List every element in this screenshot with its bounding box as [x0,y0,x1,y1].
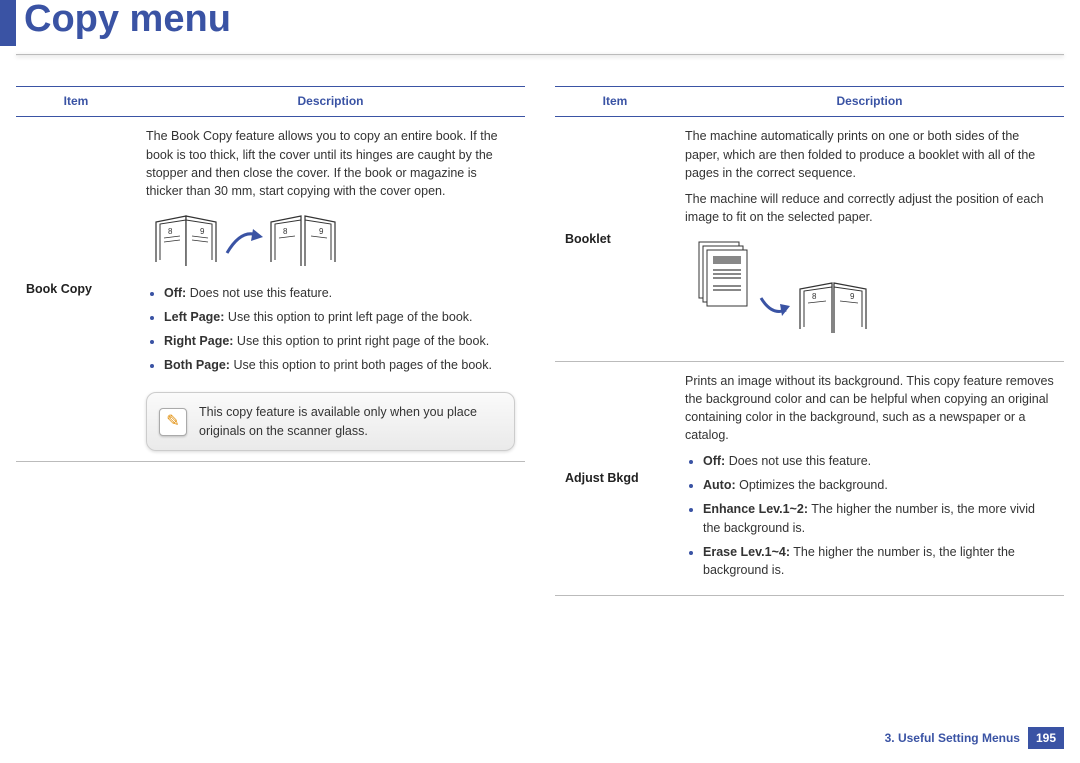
adjust-options: Off: Does not use this feature. Auto: Op… [685,452,1054,579]
opt-label: Off: [703,454,725,468]
svg-text:8: 8 [168,227,173,236]
footer-section: 3. Useful Setting Menus [885,731,1020,745]
list-item: Enhance Lev.1~2: The higher the number i… [703,500,1054,536]
content: Item Description Book Copy The Book Copy… [0,56,1080,596]
booklet-open-icon: 8 9 [796,277,870,337]
right-column: Item Description Booklet The machine aut… [555,86,1064,596]
svg-text:8: 8 [283,227,288,236]
booklet-p2: The machine will reduce and correctly ad… [685,190,1054,226]
desc-booklet: The machine automatically prints on one … [675,117,1064,361]
list-item: Off: Does not use this feature. [164,284,515,302]
left-column: Item Description Book Copy The Book Copy… [16,86,525,596]
table-row: Booklet The machine automatically prints… [555,117,1064,361]
item-adjust-bkgd: Adjust Bkgd [555,361,675,595]
opt-text: Use this option to print both pages of t… [230,358,492,372]
opt-label: Both Page: [164,358,230,372]
page-number: 195 [1028,727,1064,749]
col-desc-header: Description [675,87,1064,117]
adjust-intro: Prints an image without its background. … [685,372,1054,445]
booklet-p1: The machine automatically prints on one … [685,127,1054,181]
opt-text: Use this option to print left page of th… [224,310,472,324]
note-text: This copy feature is available only when… [199,403,502,439]
left-table: Item Description Book Copy The Book Copy… [16,86,525,462]
col-item-header: Item [16,87,136,117]
opt-text: Optimizes the background. [736,478,888,492]
opt-label: Enhance Lev.1~2: [703,502,808,516]
book-copy-intro: The Book Copy feature allows you to copy… [146,127,515,200]
table-row: Adjust Bkgd Prints an image without its … [555,361,1064,595]
opt-label: Auto: [703,478,736,492]
note-box: ✎ This copy feature is available only wh… [146,392,515,450]
table-header-row: Item Description [16,87,525,117]
opt-text: Use this option to print right page of t… [233,334,489,348]
table-row: Book Copy The Book Copy feature allows y… [16,117,525,461]
item-booklet: Booklet [555,117,675,361]
opt-label: Off: [164,286,186,300]
svg-text:9: 9 [850,292,855,301]
desc-adjust-bkgd: Prints an image without its background. … [675,361,1064,595]
arrow-right-icon [223,221,265,261]
col-desc-header: Description [136,87,525,117]
svg-text:8: 8 [812,292,817,301]
pencil-note-icon: ✎ [159,408,187,436]
book-single-icon: 8 9 [152,212,220,270]
booklet-illustration: 8 9 [691,238,1054,337]
list-item: Both Page: Use this option to print both… [164,356,515,374]
right-table: Item Description Booklet The machine aut… [555,86,1064,596]
list-item: Right Page: Use this option to print rig… [164,332,515,350]
page-stack-icon [691,238,755,310]
header-accent [0,0,16,46]
list-item: Auto: Optimizes the background. [703,476,1054,494]
opt-label: Left Page: [164,310,224,324]
opt-text: Does not use this feature. [725,454,871,468]
book-double-icon: 8 9 [269,212,337,270]
header: Copy menu [0,0,1080,46]
book-copy-options: Off: Does not use this feature. Left Pag… [146,284,515,375]
list-item: Off: Does not use this feature. [703,452,1054,470]
opt-label: Right Page: [164,334,233,348]
col-item-header: Item [555,87,675,117]
opt-label: Erase Lev.1~4: [703,545,790,559]
item-book-copy: Book Copy [16,117,136,461]
svg-text:9: 9 [319,227,324,236]
desc-book-copy: The Book Copy feature allows you to copy… [136,117,525,461]
svg-text:9: 9 [200,227,205,236]
book-copy-illustration: 8 9 [152,212,515,270]
arrow-right-icon [758,292,792,322]
opt-text: Does not use this feature. [186,286,332,300]
list-item: Erase Lev.1~4: The higher the number is,… [703,543,1054,579]
footer: 3. Useful Setting Menus 195 [885,727,1064,749]
table-header-row: Item Description [555,87,1064,117]
page-title: Copy menu [24,0,231,38]
list-item: Left Page: Use this option to print left… [164,308,515,326]
